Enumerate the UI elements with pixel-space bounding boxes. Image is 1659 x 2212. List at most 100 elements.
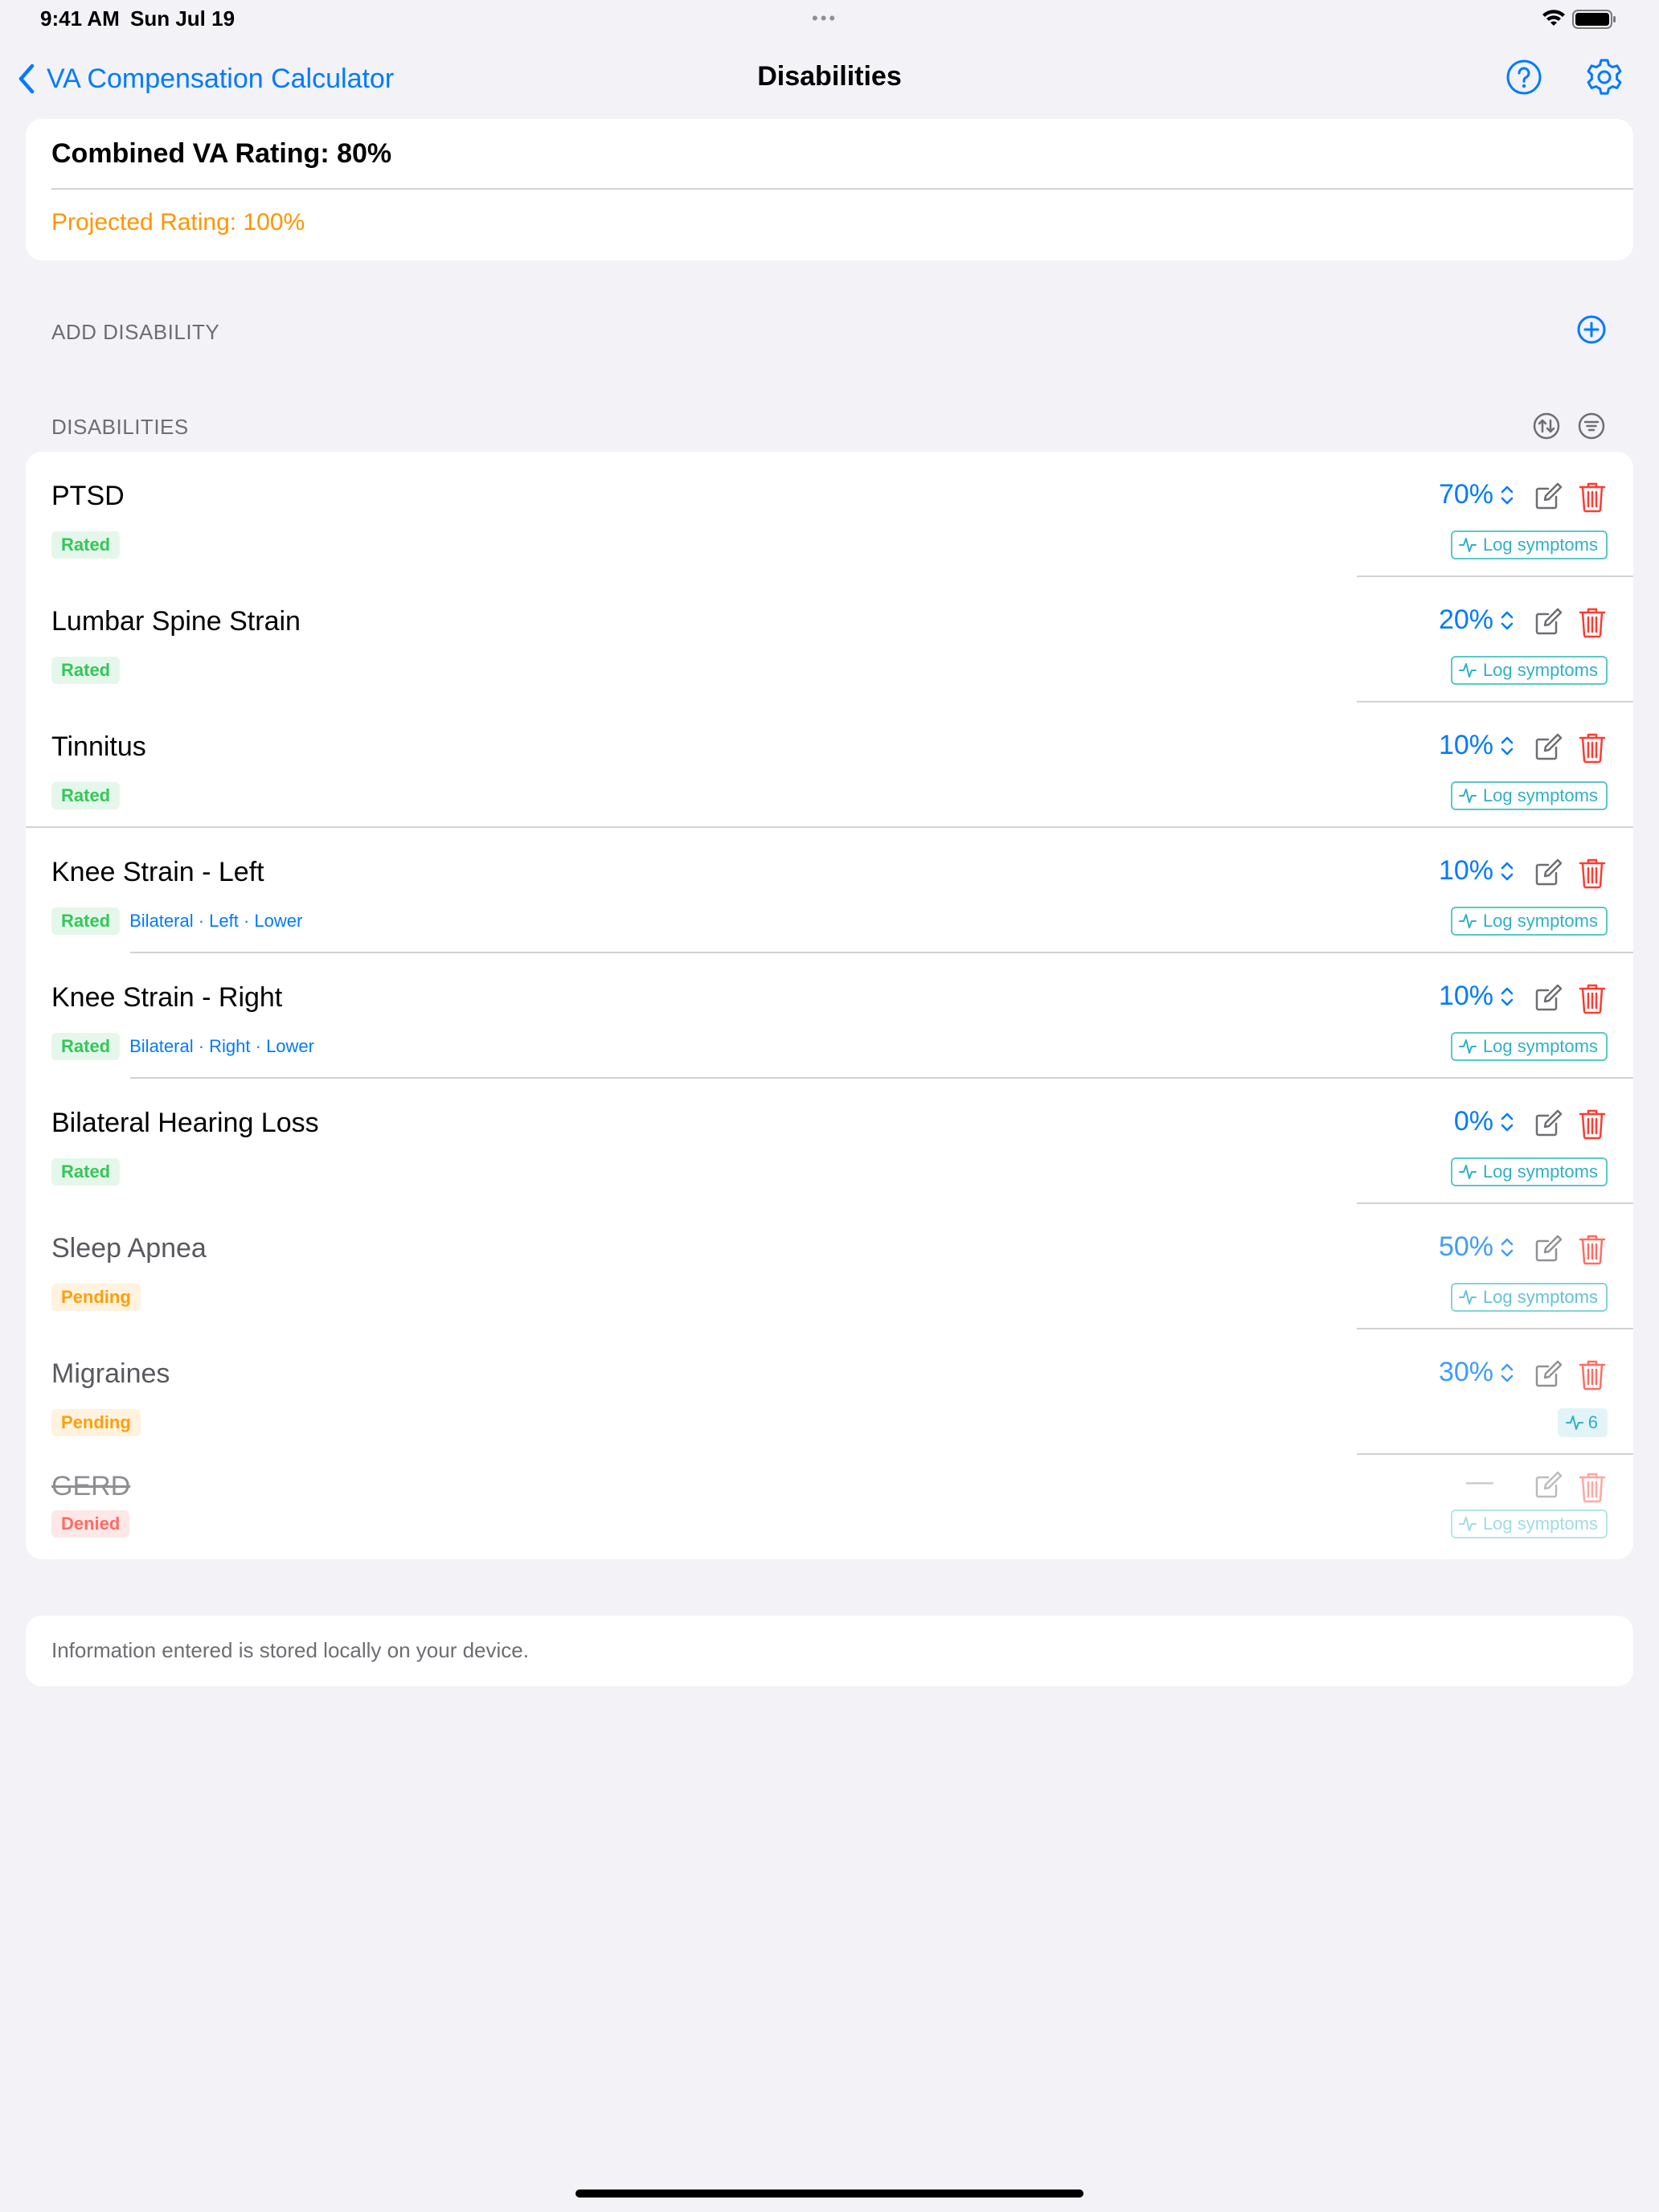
waveform-icon [1458, 1165, 1477, 1179]
disability-row[interactable]: GERD Denied — Log symptoms [26, 1455, 1633, 1559]
log-symptoms-button[interactable]: Log symptoms [1450, 530, 1608, 559]
rating-value: 50% [1438, 1231, 1493, 1262]
status-time: 9:41 AM [40, 6, 120, 31]
filter-icon [1578, 412, 1605, 440]
edit-button[interactable] [1534, 1360, 1563, 1393]
log-symptoms-label: Log symptoms [1482, 911, 1598, 931]
trash-icon [1579, 1235, 1606, 1265]
edit-button[interactable] [1534, 1109, 1563, 1142]
delete-button[interactable] [1579, 1233, 1606, 1269]
edit-button[interactable] [1534, 733, 1563, 766]
page-title: Disabilities [757, 61, 902, 92]
square-pencil-icon [1535, 1360, 1563, 1387]
delete-button[interactable] [1579, 606, 1606, 642]
home-indicator[interactable] [576, 2189, 1083, 2198]
rating-picker[interactable]: 70% [1439, 479, 1514, 510]
chevron-up-down-icon [1501, 1238, 1514, 1256]
rating-picker[interactable]: 30% [1439, 1357, 1514, 1388]
log-symptoms-button[interactable]: Log symptoms [1450, 907, 1608, 936]
edit-button[interactable] [1534, 1235, 1563, 1268]
log-symptoms-button[interactable]: Log symptoms [1450, 1157, 1608, 1186]
settings-button[interactable] [1583, 56, 1625, 102]
bilateral-tags: Bilateral · Left · Lower [129, 911, 303, 931]
delete-button[interactable] [1579, 481, 1606, 517]
log-symptoms-label: Log symptoms [1482, 1161, 1598, 1182]
status-badge: Pending [51, 1409, 141, 1436]
status-badge: Rated [51, 657, 121, 684]
square-pencil-icon [1535, 984, 1563, 1011]
disability-row[interactable]: Knee Strain - Right Rated Bilateral · Rig… [26, 953, 1633, 1079]
question-circle-icon [1506, 59, 1542, 95]
rating-value: — [1466, 1466, 1493, 1497]
disabilities-header: DISABILITIES [51, 415, 189, 439]
disability-name: GERD [51, 1471, 131, 1501]
rating-value: 70% [1438, 479, 1493, 510]
disability-row[interactable]: Tinnitus Rated 10% Log symptoms [26, 703, 1633, 828]
log-symptoms-button[interactable]: Log symptoms [1450, 1283, 1608, 1312]
delete-button[interactable] [1579, 1471, 1606, 1507]
chevron-up-down-icon [1501, 736, 1514, 755]
square-pencil-icon [1535, 1235, 1563, 1262]
disability-row[interactable]: Migraines Pending 30% 6 [26, 1329, 1633, 1455]
sort-button[interactable] [1532, 412, 1561, 444]
trash-icon [1579, 858, 1606, 889]
log-symptoms-button[interactable]: Log symptoms [1450, 781, 1608, 810]
edit-button[interactable] [1534, 858, 1563, 891]
log-symptoms-label: Log symptoms [1482, 1287, 1598, 1307]
disability-row[interactable]: PTSD Rated 70% Log symptoms [26, 452, 1633, 577]
footer-card: Information entered is stored locally on… [26, 1616, 1633, 1686]
multitasking-dots-icon[interactable]: ••• [812, 8, 838, 29]
trash-icon [1579, 1473, 1606, 1503]
log-count-value: 6 [1587, 1412, 1598, 1432]
trash-icon [1579, 482, 1606, 513]
rating-picker[interactable]: 10% [1439, 981, 1514, 1012]
edit-button[interactable] [1534, 482, 1563, 515]
log-symptoms-button[interactable]: Log symptoms [1450, 1509, 1608, 1538]
waveform-icon [1458, 1517, 1477, 1531]
square-pencil-icon [1535, 858, 1563, 886]
log-symptoms-label: Log symptoms [1482, 660, 1598, 680]
add-disability-header: ADD DISABILITY [51, 320, 220, 344]
status-badge: Rated [51, 907, 121, 935]
square-pencil-icon [1535, 733, 1563, 760]
delete-button[interactable] [1579, 1358, 1606, 1395]
disability-row[interactable]: Lumbar Spine Strain Rated 20% Log sympto… [26, 577, 1633, 703]
delete-button[interactable] [1579, 857, 1606, 893]
rating-picker[interactable]: 0% [1454, 1106, 1514, 1137]
help-button[interactable] [1505, 58, 1543, 100]
rating-picker[interactable]: 20% [1439, 604, 1514, 636]
chevron-up-down-icon [1501, 862, 1514, 880]
chevron-up-down-icon [1501, 1363, 1514, 1382]
delete-button[interactable] [1579, 731, 1606, 768]
filter-button[interactable] [1577, 412, 1606, 444]
rating-value: 30% [1438, 1357, 1493, 1387]
navigation-bar: VA Compensation Calculator Disabilities [0, 39, 1659, 119]
rating-value: 10% [1438, 855, 1493, 886]
rating-value: 0% [1453, 1106, 1493, 1137]
disability-row[interactable]: Knee Strain - Left Rated Bilateral · Left… [26, 828, 1633, 953]
rating-summary-card: Combined VA Rating: 80% Projected Rating… [26, 119, 1633, 260]
combined-rating: Combined VA Rating: 80% [51, 138, 392, 169]
delete-button[interactable] [1579, 982, 1606, 1018]
disability-name: Lumbar Spine Strain [51, 606, 301, 637]
edit-button[interactable] [1534, 1471, 1563, 1504]
waveform-icon [1458, 789, 1477, 803]
edit-button[interactable] [1534, 608, 1563, 641]
rating-picker[interactable]: 50% [1439, 1231, 1514, 1263]
disability-row[interactable]: Bilateral Hearing Loss Rated 0% Log symp… [26, 1079, 1633, 1204]
square-pencil-icon [1535, 482, 1563, 510]
rating-picker[interactable]: 10% [1439, 730, 1514, 761]
rating-picker[interactable]: — [1466, 1466, 1514, 1497]
waveform-icon [1458, 538, 1477, 552]
status-badge: Rated [51, 1033, 121, 1060]
symptom-log-count[interactable]: 6 [1557, 1408, 1608, 1437]
rating-picker[interactable]: 10% [1439, 855, 1514, 887]
disability-row[interactable]: Sleep Apnea Pending 50% Log symptoms [26, 1204, 1633, 1329]
log-symptoms-button[interactable]: Log symptoms [1450, 1032, 1608, 1061]
delete-button[interactable] [1579, 1108, 1606, 1144]
rating-value: 10% [1438, 730, 1493, 760]
edit-button[interactable] [1534, 984, 1563, 1017]
add-disability-button[interactable] [1575, 313, 1608, 350]
gear-icon [1587, 59, 1622, 95]
log-symptoms-button[interactable]: Log symptoms [1450, 656, 1608, 685]
